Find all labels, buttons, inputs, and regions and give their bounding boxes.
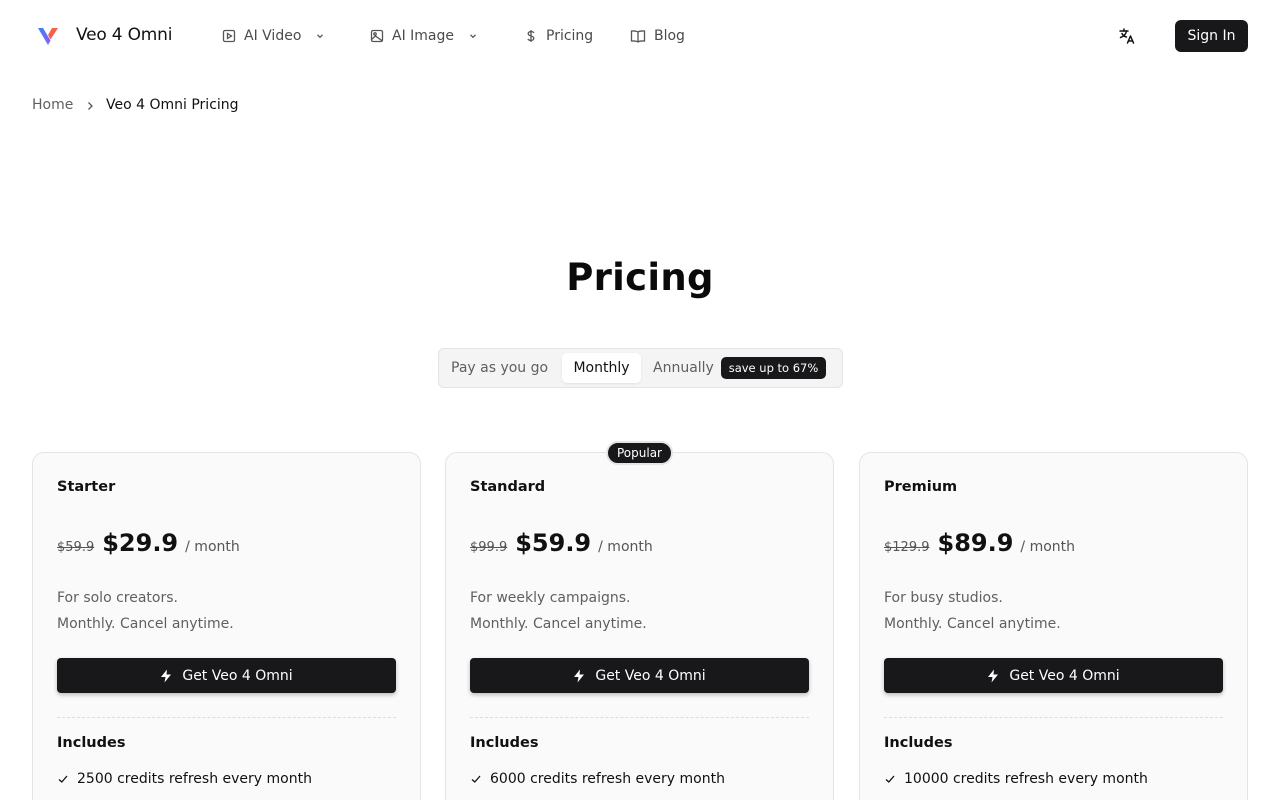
card-divider [884,717,1223,718]
feature-item: 2500 credits refresh every month [57,771,312,787]
price-period: / month [598,539,653,555]
page-title: Pricing [566,256,714,299]
includes-heading: Includes [884,735,953,751]
feature-item: 10000 credits refresh every month [884,771,1148,787]
plan-billing-note: Monthly. Cancel anytime. [470,616,647,632]
price-row: $129.9 $89.9 / month [884,529,1075,557]
image-icon [370,29,384,43]
nav-item-pricing[interactable]: Pricing [524,26,593,46]
nav-item-ai-video[interactable]: AI Video [222,26,325,46]
nav-item-label: AI Image [392,28,455,44]
plan-card-standard: Standard $99.9 $59.9 / month For weekly … [445,452,834,800]
check-icon [471,775,481,783]
card-divider [57,717,396,718]
feature-item: 6000 credits refresh every month [470,771,725,787]
dollar-icon [527,30,535,42]
feature-text: 10000 credits refresh every month [904,771,1148,787]
site-header: Veo 4 Omni AI Video AI Image Pricing Blo… [0,0,1280,72]
nav-item-label: Pricing [546,28,594,44]
original-price: $59.9 [57,540,95,555]
chevron-down-icon [317,34,324,39]
price-row: $59.9 $29.9 / month [57,529,240,557]
card-divider [470,717,809,718]
current-price: $29.9 [102,529,179,557]
nav-item-ai-image[interactable]: AI Image [370,26,478,46]
plan-description: For solo creators. [57,590,178,606]
original-price: $99.9 [470,540,508,555]
nav-item-label: Blog [654,28,685,44]
check-icon [885,775,895,783]
lightning-icon [574,669,585,682]
breadcrumb-home-link[interactable]: Home [32,97,73,113]
billing-period-toggle: Pay as you go Monthly Annually save up t… [438,348,843,388]
lightning-icon [161,669,172,682]
plan-name: Premium [884,479,958,495]
plan-card-starter: Starter $59.9 $29.9 / month For solo cre… [32,452,421,800]
save-badge: save up to 67% [721,357,826,379]
sign-in-button[interactable]: Sign In [1175,20,1248,52]
plan-billing-note: Monthly. Cancel anytime. [57,616,234,632]
book-icon [630,30,646,43]
translate-icon[interactable] [1118,27,1136,45]
billing-option-monthly[interactable]: Monthly [562,353,641,383]
includes-heading: Includes [470,735,539,751]
billing-option-annually[interactable]: Annually [653,353,714,383]
feature-text: 2500 credits refresh every month [77,771,312,787]
brand-name[interactable]: Veo 4 Omni [76,25,172,45]
chevron-down-icon [470,34,476,39]
get-plan-button-label: Get Veo 4 Omni [182,667,293,684]
get-plan-button[interactable]: Get Veo 4 Omni [884,658,1223,693]
plan-card-premium: Premium $129.9 $89.9 / month For busy st… [859,452,1248,800]
brand-logo-icon[interactable] [36,24,60,48]
get-plan-button-label: Get Veo 4 Omni [595,667,706,684]
check-icon [58,775,68,783]
plan-billing-note: Monthly. Cancel anytime. [884,616,1061,632]
original-price: $129.9 [884,540,930,555]
billing-option-pay-as-you-go[interactable]: Pay as you go [451,353,548,383]
get-plan-button[interactable]: Get Veo 4 Omni [470,658,809,693]
includes-heading: Includes [57,735,126,751]
breadcrumb-current: Veo 4 Omni Pricing [106,97,239,113]
plan-description: For busy studios. [884,590,1003,606]
feature-text: 6000 credits refresh every month [490,771,725,787]
lightning-icon [988,669,999,682]
current-price: $59.9 [515,529,592,557]
price-period: / month [185,539,240,555]
play-square-icon [222,29,236,43]
price-period: / month [1020,539,1076,555]
nav-item-blog[interactable]: Blog [630,26,685,46]
plan-description: For weekly campaigns. [470,590,631,606]
get-plan-button-label: Get Veo 4 Omni [1009,667,1120,684]
current-price: $89.9 [937,529,1014,557]
price-row: $99.9 $59.9 / month [470,529,653,557]
plan-name: Standard [470,479,546,495]
get-plan-button[interactable]: Get Veo 4 Omni [57,658,396,693]
nav-item-label: AI Video [244,28,302,44]
chevron-right-icon [88,102,93,110]
plan-name: Starter [57,479,116,495]
popular-badge: Popular [606,441,673,465]
